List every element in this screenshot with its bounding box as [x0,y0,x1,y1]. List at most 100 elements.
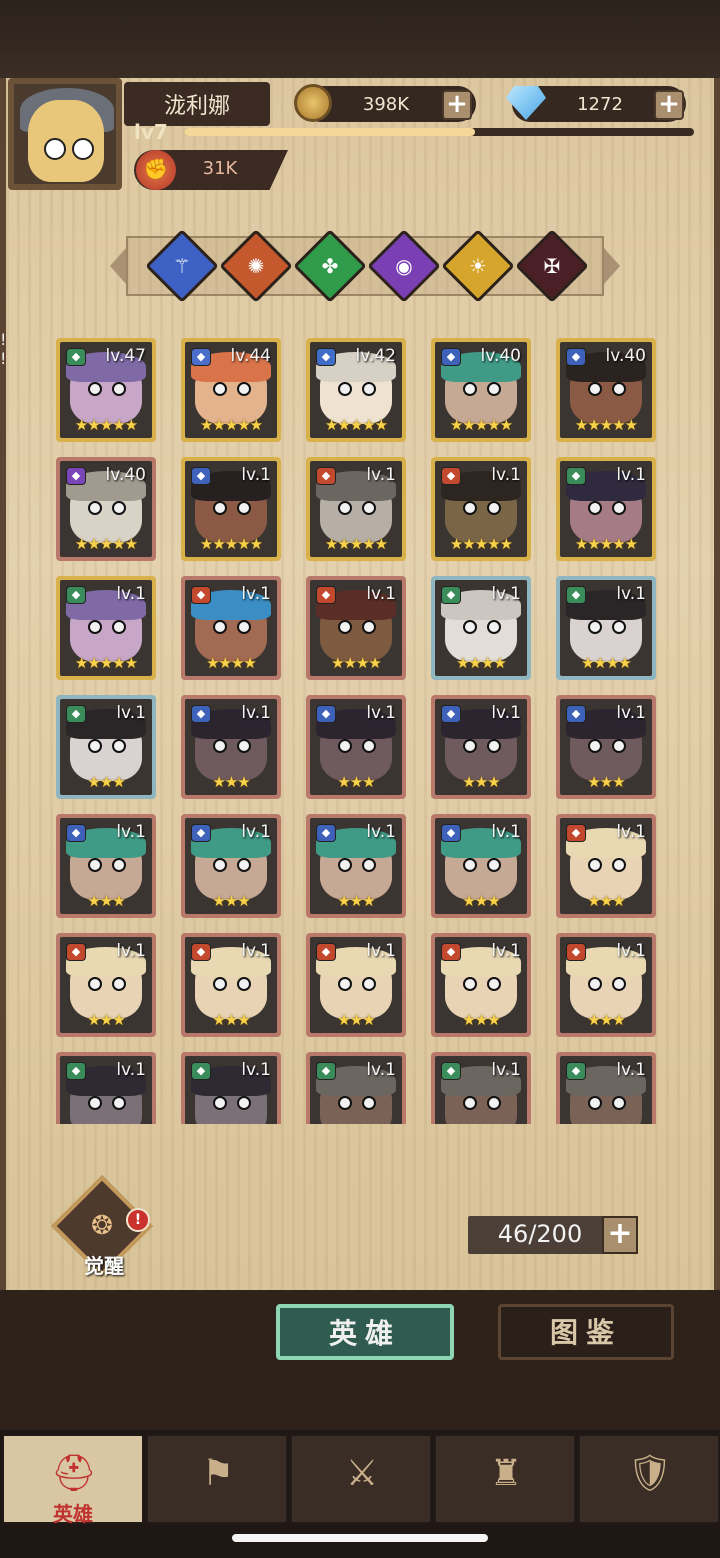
nav-expedition[interactable]: ⚑ [146,1434,288,1524]
hero-card[interactable]: ◆ lv.1 ★★★ [556,695,656,799]
hero-level: lv.1 [616,584,646,604]
hero-portrait: ◆ lv.40 ★★★★★ [560,342,652,438]
hero-class-icon: ◆ [566,348,586,366]
hero-stars: ★★★★★ [449,416,513,434]
hero-card[interactable]: ◆ lv.1 ★★★ [181,814,281,918]
hero-eye [588,501,602,515]
hero-eye [463,1096,477,1110]
hero-card[interactable]: ◆ lv.1 ★★★★ [181,576,281,680]
hero-card[interactable]: ◆ lv.1 ★★★ [56,933,156,1037]
nav-castle[interactable]: ♜ [434,1434,576,1524]
hero-card[interactable]: ◆ lv.1 ★★★ [56,695,156,799]
hero-card[interactable]: ◆ lv.1 [181,1052,281,1124]
nav-heroes[interactable]: ⛑ 英雄 [2,1434,144,1526]
hero-eye [463,858,477,872]
hero-portrait: ◆ lv.42 ★★★★★ [310,342,402,438]
hero-card[interactable]: ◆ lv.1 ★★★ [556,933,656,1037]
hero-stars: ★★★ [87,892,125,910]
hero-card[interactable]: ◆ lv.1 ★★★ [306,933,406,1037]
hero-eye [237,382,251,396]
hero-level: lv.1 [116,1060,146,1080]
avatar-eye [72,138,94,160]
tab-heroes[interactable]: 英雄 [276,1304,454,1360]
hero-class-icon: ◆ [316,586,336,604]
hero-eye [362,977,376,991]
hero-card[interactable]: ◆ lv.1 ★★★★★ [431,457,531,561]
nav-guild[interactable]: 🛡 [578,1434,720,1524]
hero-level: lv.42 [355,346,397,366]
hero-card[interactable]: ◆ lv.1 ★★★ [181,695,281,799]
player-avatar[interactable] [8,78,122,190]
hero-card[interactable]: ◆ lv.1 ★★★ [56,814,156,918]
hero-card[interactable]: ◆ lv.1 ★★★★ [556,576,656,680]
hero-card[interactable]: ◆ lv.1 ★★★★★ [56,576,156,680]
expand-capacity-button[interactable]: + [602,1216,638,1254]
hero-eye [487,501,501,515]
hero-card[interactable]: ◆ lv.1 ★★★★★ [306,457,406,561]
nav-expedition-icon: ⚑ [201,1453,235,1494]
hero-card[interactable]: ◆ lv.1 ★★★ [431,933,531,1037]
hero-class-icon: ◆ [441,705,461,723]
hero-eye [338,739,352,753]
hero-portrait: ◆ lv.1 ★★★ [60,699,152,795]
hero-eye [213,739,227,753]
purple-faction-icon-glyph: ◉ [395,254,413,278]
hero-card[interactable]: ◆ lv.44 ★★★★★ [181,338,281,442]
hero-level: lv.40 [605,346,647,366]
hero-eye [112,739,126,753]
hero-card[interactable]: ◆ lv.1 ★★★★ [306,576,406,680]
hero-card[interactable]: ◆ lv.1 ★★★ [556,814,656,918]
hero-portrait: ◆ lv.1 ★★★ [185,699,277,795]
nav-battle[interactable]: ⚔ [290,1434,432,1524]
hero-portrait: ◆ lv.1 ★★★ [435,818,527,914]
hero-class-icon: ◆ [316,1062,336,1080]
hero-card[interactable]: ◆ lv.40 ★★★★★ [56,457,156,561]
hero-card[interactable]: ◆ lv.42 ★★★★★ [306,338,406,442]
hero-card[interactable]: ◆ lv.1 ★★★ [306,814,406,918]
avatar-face [28,100,104,182]
hero-eye [463,739,477,753]
hero-card[interactable]: ◆ lv.1 [56,1052,156,1124]
hero-card[interactable]: ◆ lv.1 ★★★ [306,695,406,799]
hero-card[interactable]: ◆ lv.40 ★★★★★ [556,338,656,442]
hero-eye [588,977,602,991]
tab-codex[interactable]: 图鉴 [498,1304,674,1360]
hero-card[interactable]: ◆ lv.1 [556,1052,656,1124]
hero-card[interactable]: ◆ lv.1 [431,1052,531,1124]
hero-portrait: ◆ lv.1 ★★★★ [560,580,652,676]
hero-card[interactable]: ◆ lv.1 ★★★ [431,695,531,799]
hero-card[interactable]: ◆ lv.1 ★★★★★ [181,457,281,561]
hero-card[interactable]: ◆ lv.1 ★★★ [181,933,281,1037]
hero-eye [338,1096,352,1110]
hero-portrait: ◆ lv.1 ★★★ [435,937,527,1033]
hero-class-icon: ◆ [191,467,211,485]
hero-portrait: ◆ lv.1 ★★★ [185,937,277,1033]
hero-card[interactable]: ◆ lv.1 ★★★★ [431,576,531,680]
hero-card[interactable]: ◆ lv.47 ★★★★★ [56,338,156,442]
hero-eye [112,977,126,991]
gem-amount: 1272 [577,94,623,115]
hero-card[interactable]: ◆ lv.1 ★★★★★ [556,457,656,561]
hero-eye [112,1096,126,1110]
add-gems-button[interactable]: + [654,90,684,120]
hero-card[interactable]: ◆ lv.40 ★★★★★ [431,338,531,442]
hero-class-icon: ◆ [441,1062,461,1080]
hero-eye [237,501,251,515]
hero-grid[interactable]: ◆ lv.47 ★★★★★! ◆ lv.44 ★★★★★ ◆ lv.42 ★★★★★ ◆ lv.40… [0,330,720,1124]
hero-portrait: ◆ lv.47 ★★★★★ [60,342,152,438]
hero-portrait: ◆ lv.1 ★★★★★ [185,461,277,557]
awaken-label: 觉醒 [84,1254,124,1278]
hero-eye [487,858,501,872]
hero-eye [362,1096,376,1110]
home-indicator[interactable] [232,1534,488,1542]
xp-bar-fill [184,128,475,136]
add-coins-button[interactable]: + [442,90,472,120]
hero-eye [487,620,501,634]
hero-card[interactable]: ◆ lv.1 [306,1052,406,1124]
green-faction-icon-glyph: ✤ [321,254,339,278]
hero-class-icon: ◆ [66,348,86,366]
hero-class-icon: ◆ [191,824,211,842]
hero-card[interactable]: ◆ lv.1 ★★★ [431,814,531,918]
hero-class-icon: ◆ [566,586,586,604]
hero-class-icon: ◆ [441,467,461,485]
